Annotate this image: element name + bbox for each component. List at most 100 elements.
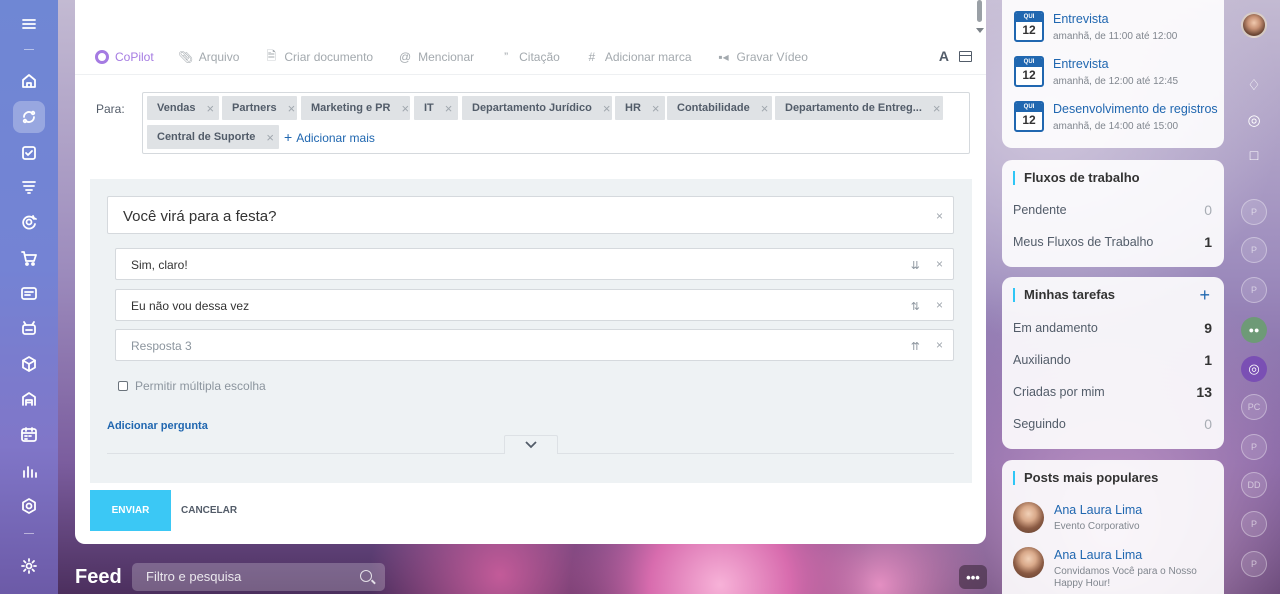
popular-post-item[interactable]: Ana Laura Lima Evento Corporativo <box>1013 502 1218 548</box>
copilot-button[interactable]: CoPilot <box>95 50 154 64</box>
marketplace-icon[interactable] <box>13 490 45 522</box>
event-title[interactable]: Desenvolvimento de registros <box>1053 102 1218 116</box>
feed-icon[interactable] <box>13 101 45 133</box>
multiple-choice-option[interactable]: Permitir múltipla escolha <box>118 379 266 393</box>
post-author[interactable]: Ana Laura Lima <box>1054 548 1142 562</box>
recipient-chip[interactable]: HR × <box>615 96 665 120</box>
copilot-icon[interactable] <box>13 206 45 238</box>
automation-icon[interactable] <box>13 312 45 344</box>
search-icon[interactable] <box>360 570 372 582</box>
chat-avatar[interactable]: P <box>1241 237 1267 263</box>
recipients-field[interactable]: Vendas × Partners × Marketing e PR × IT × De… <box>142 92 970 154</box>
text-format-button[interactable]: A <box>939 48 949 64</box>
add-question-link[interactable]: Adicionar pergunta <box>107 420 208 432</box>
remove-recipient-icon[interactable]: × <box>603 101 611 116</box>
sites-icon[interactable] <box>13 278 45 310</box>
scroll-down-arrow[interactable] <box>976 28 984 33</box>
remove-recipient-icon[interactable]: × <box>401 101 409 116</box>
chat-avatar[interactable]: P <box>1241 434 1267 460</box>
poll-editor: Você virá para a festa? × Sim, claro! ⇊ … <box>90 179 972 483</box>
delete-answer-icon[interactable]: × <box>936 257 943 271</box>
chat-avatar[interactable]: DD <box>1241 472 1267 498</box>
shop-icon[interactable] <box>13 242 45 274</box>
sort-answer-icon[interactable]: ⇊ <box>911 259 920 272</box>
workflow-row[interactable]: Meus Fluxos de Trabalho 1 <box>1013 233 1212 251</box>
recipient-chip[interactable]: IT × <box>414 96 458 120</box>
recipient-chip[interactable]: Contabilidade × <box>667 96 772 120</box>
remove-recipient-icon[interactable]: × <box>761 101 769 116</box>
task-row[interactable]: Criadas por mim 13 <box>1013 383 1212 401</box>
user-avatar[interactable] <box>1241 12 1267 38</box>
remove-recipient-icon[interactable]: × <box>207 101 215 116</box>
copilot-icon[interactable]: ◎ <box>1241 107 1267 133</box>
chat-avatar[interactable]: P <box>1241 551 1267 577</box>
bell-icon[interactable]: ♢ <box>1241 72 1267 98</box>
cancel-button[interactable]: CANCELAR <box>181 505 237 516</box>
event-title[interactable]: Entrevista <box>1053 12 1109 26</box>
poll-answer-input[interactable]: Resposta 3 ⇈ × <box>115 329 954 361</box>
more-options-button[interactable]: ••• <box>959 565 987 589</box>
record-video-button[interactable]: ▪◂ Gravar Vídeo <box>717 50 808 64</box>
add-tag-button[interactable]: # Adicionar marca <box>585 50 691 64</box>
home-icon[interactable] <box>13 65 45 97</box>
avatar[interactable] <box>1013 547 1044 578</box>
scrollbar-thumb[interactable] <box>977 0 982 22</box>
group-avatar[interactable]: ●● <box>1241 317 1267 343</box>
analytics-icon[interactable] <box>13 455 45 487</box>
tasks-icon[interactable] <box>13 137 45 169</box>
task-row[interactable]: Seguindo 0 <box>1013 415 1212 433</box>
quote-button[interactable]: ” Citação <box>499 50 560 64</box>
recipient-chip[interactable]: Central de Suporte × <box>147 125 279 149</box>
plus-icon: + <box>284 129 293 145</box>
send-button[interactable]: ENVIAR <box>90 490 171 531</box>
recipient-chip[interactable]: Vendas × <box>147 96 219 120</box>
remove-recipient-icon[interactable]: × <box>266 130 274 145</box>
avatar[interactable] <box>1013 502 1044 533</box>
feed-search-input[interactable]: Filtro e pesquisa <box>132 563 385 591</box>
copilot-chat-icon[interactable]: ◎ <box>1241 356 1267 382</box>
post-author[interactable]: Ana Laura Lima <box>1054 503 1142 517</box>
file-button[interactable]: 📎︎ Arquivo <box>178 50 239 64</box>
chat-avatar[interactable]: P <box>1241 199 1267 225</box>
crm-icon[interactable] <box>13 171 45 203</box>
add-task-button[interactable]: + <box>1199 285 1210 306</box>
workflow-row[interactable]: Pendente 0 <box>1013 201 1212 219</box>
delete-question-icon[interactable]: × <box>936 209 943 223</box>
remove-recipient-icon[interactable]: × <box>445 101 453 116</box>
recipient-chip[interactable]: Departamento de Entreg... × <box>775 96 943 120</box>
toolbar-layout-icon[interactable] <box>959 50 972 62</box>
sort-answer-icon[interactable]: ⇅ <box>911 300 920 313</box>
sort-answer-icon[interactable]: ⇈ <box>911 340 920 353</box>
chat-avatar[interactable]: P <box>1241 511 1267 537</box>
event-title[interactable]: Entrevista <box>1053 57 1109 71</box>
menu-icon[interactable] <box>13 8 45 40</box>
recipient-chip[interactable]: Partners × <box>222 96 297 120</box>
task-row[interactable]: Em andamento 9 <box>1013 319 1212 337</box>
poll-question-input[interactable]: Você virá para a festa? × <box>107 196 954 234</box>
recipient-chip[interactable]: Marketing e PR × <box>301 96 410 120</box>
multiple-choice-checkbox[interactable] <box>118 381 128 391</box>
my-tasks-widget: Minhas tarefas + Em andamento 9 Auxiliand… <box>1002 277 1224 449</box>
add-recipients-link[interactable]: + Adicionar mais <box>284 129 375 145</box>
collapse-poll-button[interactable] <box>504 435 558 454</box>
inventory-icon[interactable] <box>13 348 45 380</box>
warehouse-icon[interactable] <box>13 383 45 415</box>
mention-button[interactable]: @ Mencionar <box>398 50 474 64</box>
remove-recipient-icon[interactable]: × <box>288 101 296 116</box>
delete-answer-icon[interactable]: × <box>936 338 943 352</box>
chat-avatar[interactable]: P <box>1241 277 1267 303</box>
popular-post-item[interactable]: Ana Laura Lima Convidamos Você para o No… <box>1013 547 1218 593</box>
poll-answer-input[interactable]: Sim, claro! ⇊ × <box>115 248 954 280</box>
remove-recipient-icon[interactable]: × <box>933 101 941 116</box>
settings-icon[interactable] <box>13 550 45 582</box>
remove-recipient-icon[interactable]: × <box>652 101 660 116</box>
task-row[interactable]: Auxiliando 1 <box>1013 351 1212 369</box>
chat-icon[interactable]: □ <box>1241 142 1267 168</box>
calendar-icon[interactable] <box>13 419 45 451</box>
recipient-chip[interactable]: Departamento Jurídico × <box>462 96 612 120</box>
create-document-button[interactable]: 🗎︎ Criar documento <box>264 49 374 65</box>
poll-answer-input[interactable]: Eu não vou dessa vez ⇅ × <box>115 289 954 321</box>
upcoming-events-widget: QUI 12 Entrevista amanhã, de 11:00 até 12… <box>1002 0 1224 148</box>
delete-answer-icon[interactable]: × <box>936 298 943 312</box>
chat-avatar[interactable]: PC <box>1241 394 1267 420</box>
